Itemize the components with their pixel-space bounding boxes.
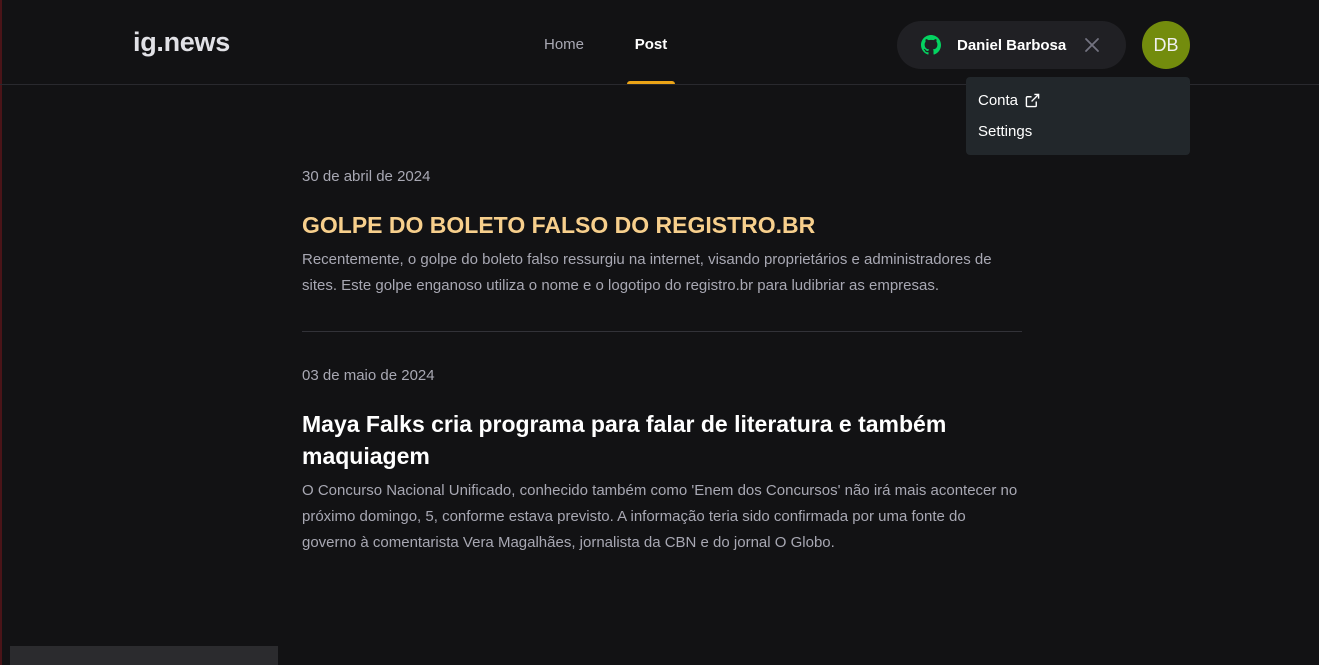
user-name: Daniel Barbosa	[957, 36, 1067, 54]
menu-item-label: Settings	[978, 123, 1033, 140]
user-avatar[interactable]: DB	[1142, 21, 1190, 69]
menu-item-label: Conta	[978, 92, 1019, 109]
site-logo[interactable]: ig.news	[133, 27, 230, 58]
menu-item-settings[interactable]: Settings	[978, 116, 1178, 147]
user-menu-dropdown: Conta Settings	[966, 77, 1190, 155]
post-excerpt: Recentemente, o golpe do boleto falso re…	[302, 251, 992, 294]
post-excerpt: O Concurso Nacional Unificado, conhecido…	[302, 482, 1018, 551]
nav-post-link[interactable]: Post	[627, 36, 675, 84]
post-date: 03 de maio de 2024	[302, 367, 435, 384]
close-icon[interactable]	[1083, 36, 1101, 54]
site-header: ig.news Home Post Daniel Barbosa DB	[0, 0, 1319, 85]
post-title[interactable]: Maya Falks cria programa para falar de l…	[302, 408, 1022, 472]
nav-home-link[interactable]: Home	[544, 36, 584, 84]
status-bar	[10, 646, 278, 665]
sign-in-button[interactable]: Daniel Barbosa	[897, 21, 1126, 69]
window-edge	[0, 0, 2, 665]
menu-item-conta[interactable]: Conta	[978, 85, 1178, 116]
github-icon	[921, 35, 941, 55]
post-title[interactable]: GOLPE DO BOLETO FALSO DO REGISTRO.BR	[302, 209, 1022, 241]
post-item[interactable]: 30 de abril de 2024 GOLPE DO BOLETO FALS…	[302, 165, 1022, 331]
posts-list: 30 de abril de 2024 GOLPE DO BOLETO FALS…	[302, 165, 1022, 588]
external-link-icon	[1025, 93, 1040, 108]
post-item[interactable]: 03 de maio de 2024 Maya Falks cria progr…	[302, 331, 1022, 588]
post-date: 30 de abril de 2024	[302, 168, 431, 185]
